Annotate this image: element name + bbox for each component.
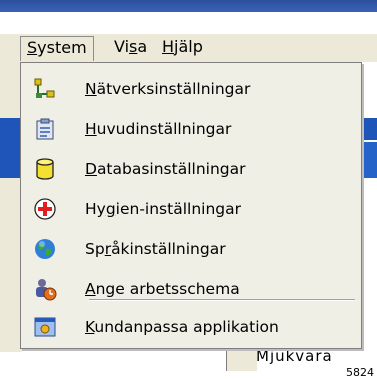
menu-item-label: Språkinställningar — [85, 240, 226, 258]
menu-hjalp-label: jälp — [174, 37, 203, 56]
menu-item-label: Nätverksinställningar — [85, 80, 250, 98]
window-top-area — [0, 0, 377, 34]
menu-item-ange-arbetsschema[interactable]: Ange arbetsschema — [21, 269, 361, 309]
hygiene-cross-icon — [31, 195, 59, 223]
label-text: ien-inställningar — [115, 200, 241, 218]
menu-item-databasinstallningar[interactable]: Databasinställningar — [21, 149, 361, 189]
background-partial-text: Mjukvara — [256, 347, 333, 365]
label-text: atabasinställningar — [96, 160, 246, 178]
menu-separator-highlight — [89, 300, 355, 301]
mnemonic: H — [85, 120, 97, 138]
label-text: undanpassa applikation — [94, 318, 279, 336]
menu-item-kundanpassa-applikation[interactable]: Kundanpassa applikation — [21, 307, 361, 347]
menu-item-label: Databasinställningar — [85, 160, 245, 178]
mnemonic: K — [85, 318, 95, 336]
menu-system[interactable]: System — [20, 36, 94, 61]
title-bar — [0, 0, 377, 12]
background-left-panel — [0, 62, 22, 352]
globe-icon — [31, 235, 59, 263]
menu-hjalp[interactable]: Hjälp — [156, 36, 209, 58]
customize-icon — [31, 313, 59, 341]
background-left-highlight — [0, 118, 20, 178]
figure-number: 5824 — [346, 366, 374, 379]
mnemonic: g — [105, 200, 116, 218]
menu-bar: System Visa Hjälp — [0, 34, 377, 63]
system-dropdown-menu: Nätverksinställningar Huvudinställningar… — [20, 62, 362, 349]
label-text: uvudinställningar — [96, 120, 232, 138]
background-right-highlight-2 — [362, 142, 377, 178]
background-right-highlight — [362, 118, 377, 140]
menu-visa-label-pre: Vi — [114, 37, 130, 56]
menu-item-hygien-installningar[interactable]: Hygien-inställningar — [21, 189, 361, 229]
menu-hjalp-mnemonic: H — [162, 37, 175, 56]
label-pre: Hy — [85, 200, 106, 218]
clipboard-icon — [31, 115, 59, 143]
label-text: ätverksinställningar — [96, 80, 251, 98]
mnemonic: A — [85, 280, 96, 298]
menu-system-mnemonic: S — [27, 38, 38, 57]
menu-item-natverksinstallningar[interactable]: Nätverksinställningar — [21, 69, 361, 109]
menu-visa[interactable]: Visa — [108, 36, 153, 58]
menu-item-label: Ange arbetsschema — [85, 280, 240, 298]
background-right-panel — [362, 62, 377, 352]
menu-item-sprakinstallningar[interactable]: Språkinställningar — [21, 229, 361, 269]
menu-item-label: Huvudinställningar — [85, 120, 231, 138]
label-pre: Sp — [85, 240, 105, 258]
menu-system-label: ystem — [37, 38, 87, 57]
label-text: åkinställningar — [111, 240, 226, 258]
network-icon — [31, 75, 59, 103]
label-text: nge arbetsschema — [95, 280, 240, 298]
menu-item-label: Hygien-inställningar — [85, 200, 241, 218]
menu-visa-label: a — [137, 37, 148, 56]
background-bottom-panel — [226, 347, 257, 371]
mnemonic: N — [85, 80, 97, 98]
schedule-icon — [31, 275, 59, 303]
mnemonic: D — [85, 160, 97, 178]
menu-item-label: Kundanpassa applikation — [85, 318, 279, 336]
menu-item-huvudinstallningar[interactable]: Huvudinställningar — [21, 109, 361, 149]
database-icon — [31, 155, 59, 183]
